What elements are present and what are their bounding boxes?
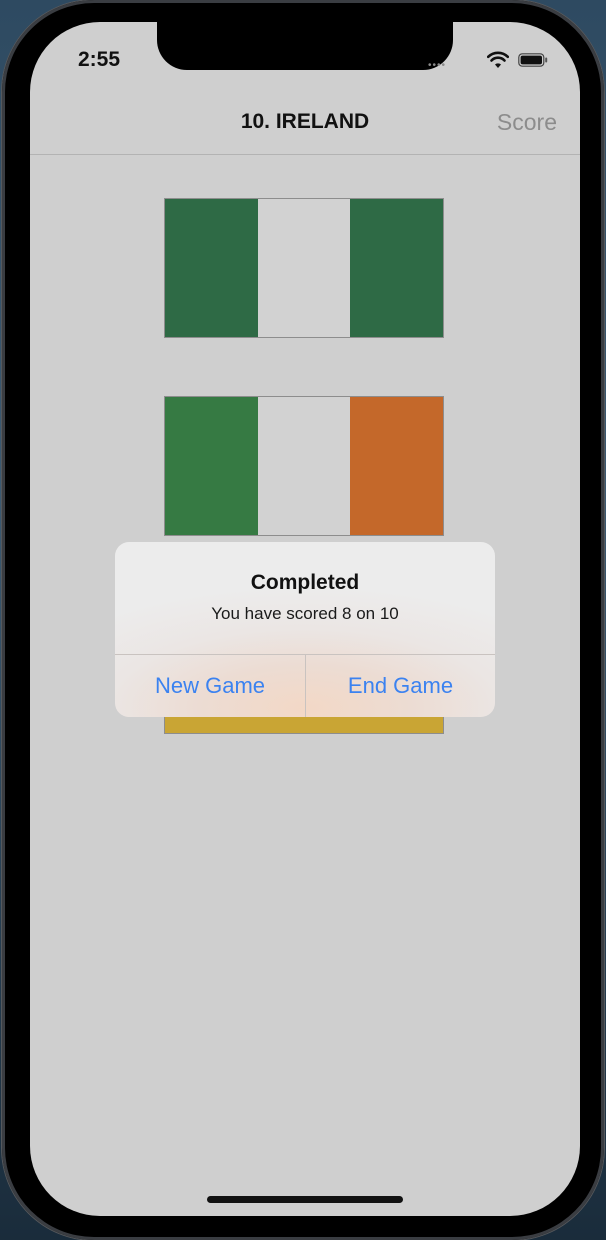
completion-alert: Completed You have scored 8 on 10 New Ga… <box>115 542 495 717</box>
flag-stripe <box>350 397 444 535</box>
phone-frame: 2:55 •••• 10. IRELAND Score Completed Yo… <box>2 0 604 1240</box>
status-time: 2:55 <box>78 48 121 71</box>
wifi-icon <box>487 51 509 68</box>
score-button[interactable]: Score <box>497 109 557 136</box>
navigation-bar: 10. IRELAND Score <box>30 92 580 155</box>
new-game-button[interactable]: New Game <box>115 655 305 717</box>
home-indicator[interactable] <box>207 1196 403 1203</box>
flag-stripe <box>165 199 258 337</box>
alert-message: You have scored 8 on 10 <box>211 604 399 623</box>
flag-stripe <box>257 199 351 337</box>
flag-stripe <box>257 397 351 535</box>
app-screen: 2:55 •••• 10. IRELAND Score Completed Yo… <box>30 22 580 1216</box>
flag-stripe <box>350 199 444 337</box>
end-game-button[interactable]: End Game <box>306 655 495 717</box>
cellular-dots-icon: •••• <box>428 60 447 71</box>
flag-stripe <box>165 397 258 535</box>
alert-title: Completed <box>250 571 360 594</box>
battery-icon <box>518 53 548 67</box>
flag-option-1[interactable] <box>164 198 444 338</box>
flag-option-2[interactable] <box>164 396 444 536</box>
device-notch <box>157 22 453 70</box>
